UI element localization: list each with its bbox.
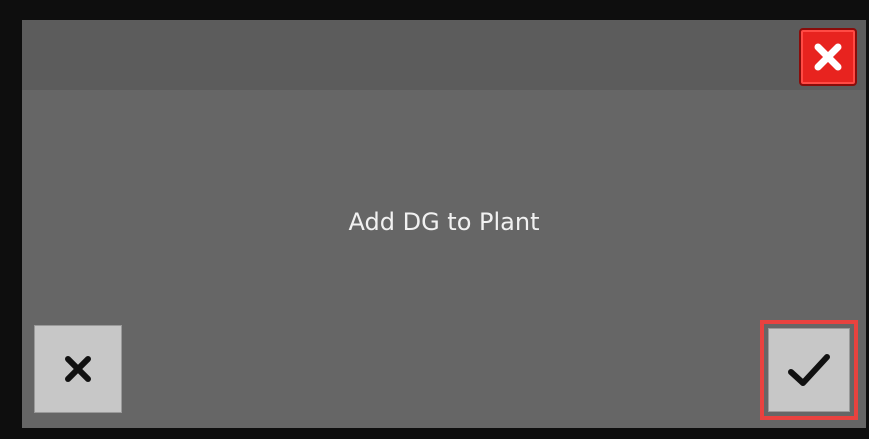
close-icon [810, 39, 846, 75]
cancel-x-icon [61, 352, 95, 386]
confirmation-dialog: Add DG to Plant [22, 20, 866, 428]
dialog-message: Add DG to Plant [348, 208, 540, 236]
checkmark-icon [785, 350, 833, 390]
close-button[interactable] [799, 28, 857, 86]
cancel-button[interactable] [34, 325, 122, 413]
confirm-button[interactable] [768, 328, 850, 412]
dialog-body [22, 90, 866, 428]
dialog-title-bar [22, 20, 866, 90]
dialog-frame: Add DG to Plant [0, 0, 869, 439]
